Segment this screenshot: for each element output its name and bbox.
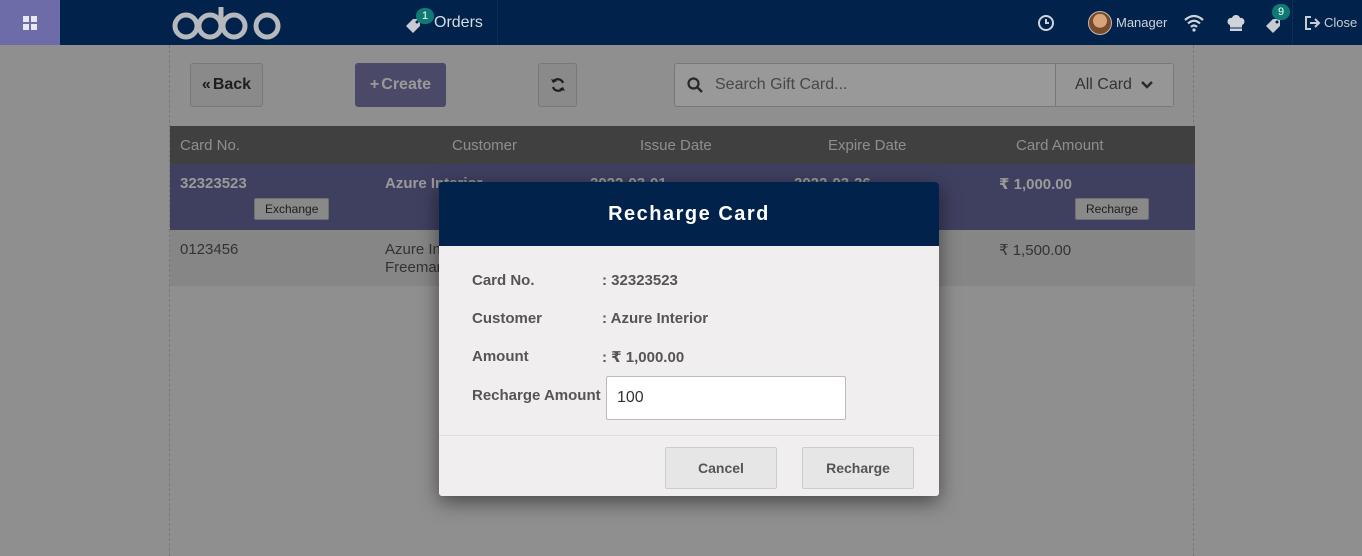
dialog-footer: Cancel Recharge	[439, 435, 939, 496]
card-no-value: : 32323523	[602, 272, 678, 289]
orders-label: Orders	[434, 13, 483, 31]
amount-label: Amount	[472, 348, 529, 365]
user-name: Manager	[1116, 15, 1168, 30]
sign-out-icon	[1305, 15, 1321, 30]
close-button[interactable]: Close	[1292, 0, 1362, 45]
orders-tab[interactable]: 1 Orders	[400, 0, 498, 45]
odoo-logo	[172, 7, 281, 40]
top-navbar: 1 Orders Manager 9 Close	[0, 0, 1362, 45]
recharge-amount-label: Recharge Amount	[472, 387, 601, 404]
customer-label: Customer	[472, 310, 543, 327]
recharge-button[interactable]: Recharge	[802, 447, 914, 489]
card-no-label: Card No.	[472, 272, 535, 289]
app-menu-button[interactable]	[0, 0, 60, 45]
grid-icon	[23, 15, 37, 30]
orders-count-badge: 1	[416, 7, 434, 24]
recharge-amount-input[interactable]	[606, 376, 846, 420]
ticket-icon: 1	[404, 7, 434, 33]
close-label: Close	[1324, 15, 1358, 30]
dialog-title: Recharge Card	[439, 182, 939, 246]
cancel-button[interactable]: Cancel	[665, 447, 777, 489]
chef-hat-icon[interactable]	[1225, 0, 1247, 45]
customer-value: : Azure Interior	[602, 310, 709, 327]
avatar	[1088, 10, 1112, 35]
ticket-icon[interactable]: 9	[1264, 0, 1290, 45]
clock-icon[interactable]	[1036, 0, 1056, 45]
recharge-card-dialog: Recharge Card Card No. : 32323523 Custom…	[439, 182, 939, 496]
ticket-count-badge: 9	[1272, 4, 1290, 20]
user-menu[interactable]: Manager	[1088, 0, 1167, 45]
wifi-icon[interactable]	[1184, 0, 1204, 45]
amount-value: : ₹ 1,000.00	[602, 349, 685, 366]
